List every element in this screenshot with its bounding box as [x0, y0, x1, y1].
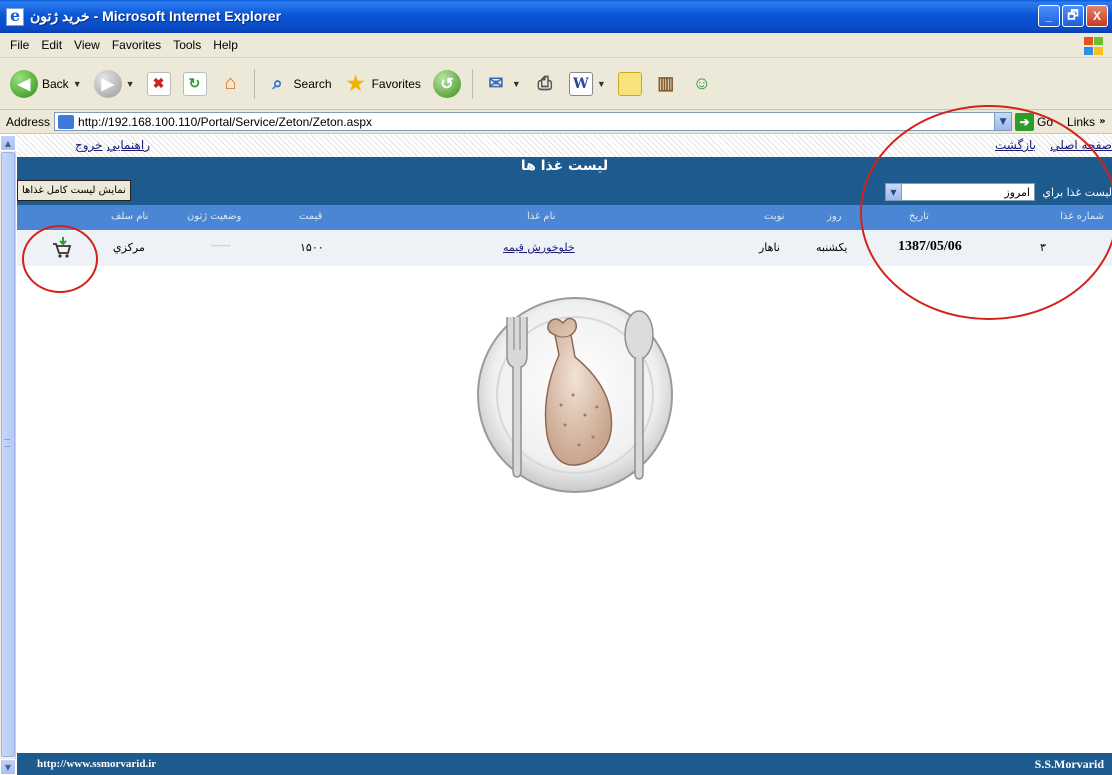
chevron-down-icon: ▼ [511, 78, 521, 89]
col-price: قيمت [299, 211, 323, 222]
close-button[interactable]: X [1086, 5, 1108, 27]
chevron-right-icon[interactable]: » [1099, 116, 1105, 127]
vertical-scrollbar[interactable]: ▲ ▼ [0, 135, 16, 775]
exit-link[interactable]: خروج [75, 138, 103, 152]
address-label: Address [6, 114, 51, 129]
menu-file[interactable]: File [4, 36, 35, 54]
history-icon: ↺ [432, 69, 461, 98]
chevron-down-icon: ▼ [125, 78, 135, 89]
search-button[interactable]: ⌕ Search [262, 70, 336, 98]
footer-url[interactable]: http://www.ssmorvarid.ir [37, 758, 156, 770]
standard-toolbar: ◀ Back ▼ ▶ ▼ ✖ ↻ ⌂ ⌕ Search ★ Favorites … [0, 58, 1112, 110]
chevron-down-icon: ▼ [596, 78, 606, 89]
history-button[interactable]: ↺ [429, 68, 465, 100]
favorites-label: Favorites [371, 76, 421, 91]
refresh-button[interactable]: ↻ [179, 70, 211, 98]
cell-shift: ناهار [759, 241, 780, 254]
footer-bar: http://www.ssmorvarid.ir S.S.Morvarid [17, 753, 1112, 775]
window-title: خريد ژتون - Microsoft Internet Explorer [30, 8, 282, 24]
col-day: روز [827, 211, 842, 222]
scroll-thumb[interactable] [1, 152, 15, 757]
research-button[interactable]: ▥ [650, 70, 682, 98]
edit-button[interactable]: W ▼ [565, 70, 610, 98]
books-icon: ▥ [657, 73, 675, 93]
messenger-icon: ☺ [692, 73, 711, 93]
window-titlebar: خريد ژتون - Microsoft Internet Explorer … [0, 0, 1112, 33]
scroll-grip-icon [4, 439, 10, 447]
col-food-name: نام غذا [527, 211, 556, 222]
toolbar-separator [253, 68, 255, 99]
cell-price: ۱۵۰۰ [300, 241, 324, 254]
back-arrow-icon: ◀ [10, 69, 38, 98]
home-button[interactable]: ⌂ [215, 70, 247, 98]
back-label: Back [42, 76, 69, 91]
menu-edit[interactable]: Edit [35, 36, 68, 54]
messenger-button[interactable]: ☺ [686, 70, 718, 98]
scroll-up-icon[interactable]: ▲ [0, 135, 16, 151]
word-icon: W [568, 71, 593, 96]
address-url: http://192.168.100.110/Portal/Service/Ze… [78, 114, 372, 129]
back-button[interactable]: ◀ Back ▼ [6, 68, 86, 100]
star-icon: ★ [346, 73, 365, 95]
window-controls: _ 🗗 X [1038, 5, 1108, 27]
toolbar-separator [471, 68, 473, 99]
show-full-list-button[interactable]: نمايش ليست کامل غذاها [17, 180, 131, 201]
cell-food-name-link[interactable]: خلوخورش قيمه [503, 241, 575, 254]
footer-brand: S.S.Morvarid [1034, 757, 1104, 771]
discuss-button[interactable] [614, 70, 646, 98]
menu-view[interactable]: View [68, 36, 106, 54]
menu-help[interactable]: Help [207, 36, 244, 54]
menu-bar: File Edit View Favorites Tools Help [0, 33, 1112, 58]
col-hall-name: نام سلف [111, 211, 149, 222]
scroll-down-icon[interactable]: ▼ [0, 759, 16, 775]
cell-hall-name: مرکزي [113, 241, 145, 254]
search-label: Search [293, 76, 332, 91]
ie-page-icon [6, 6, 24, 26]
menu-tools[interactable]: Tools [167, 36, 207, 54]
mail-icon: ✉ [488, 73, 504, 93]
help-link[interactable]: راهنمايي [107, 138, 150, 152]
favorites-button[interactable]: ★ Favorites [340, 70, 425, 98]
annotation-circle-cart [22, 225, 98, 293]
refresh-icon: ↻ [182, 71, 207, 96]
plate-chicken-image [477, 297, 673, 493]
menu-favorites[interactable]: Favorites [106, 36, 167, 54]
col-ticket-status: وضعيت ژتون [187, 211, 242, 222]
minimize-button[interactable]: _ [1038, 5, 1060, 27]
cell-day: يکشنبه [816, 241, 848, 254]
print-button[interactable]: ⎙ [529, 70, 561, 98]
windows-logo-icon [1082, 36, 1104, 56]
address-input[interactable]: http://192.168.100.110/Portal/Service/Ze… [54, 112, 1013, 131]
links-button[interactable]: Links [1067, 115, 1095, 129]
forward-button[interactable]: ▶ ▼ [90, 68, 139, 100]
mail-button[interactable]: ✉ ▼ [480, 70, 525, 98]
page-viewport: ▲ ▼ راهنمايي خروج بازگشت صفحه اصلي ليست … [0, 105, 1112, 775]
search-icon: ⌕ [272, 73, 283, 93]
page-content: راهنمايي خروج بازگشت صفحه اصلي ليست غذا … [17, 105, 1112, 775]
stop-icon: ✖ [146, 71, 171, 96]
annotation-circle-date [860, 105, 1112, 320]
col-shift: نوبت [764, 211, 785, 222]
maximize-button[interactable]: 🗗 [1062, 5, 1084, 27]
stop-button[interactable]: ✖ [143, 70, 175, 98]
chevron-down-icon: ▼ [72, 78, 82, 89]
note-icon [617, 71, 642, 96]
printer-icon: ⎙ [537, 73, 553, 93]
home-icon: ⌂ [224, 72, 237, 94]
cell-ticket-status: ------ [211, 241, 231, 251]
ie-page-icon [58, 114, 75, 129]
forward-arrow-icon: ▶ [93, 69, 122, 98]
